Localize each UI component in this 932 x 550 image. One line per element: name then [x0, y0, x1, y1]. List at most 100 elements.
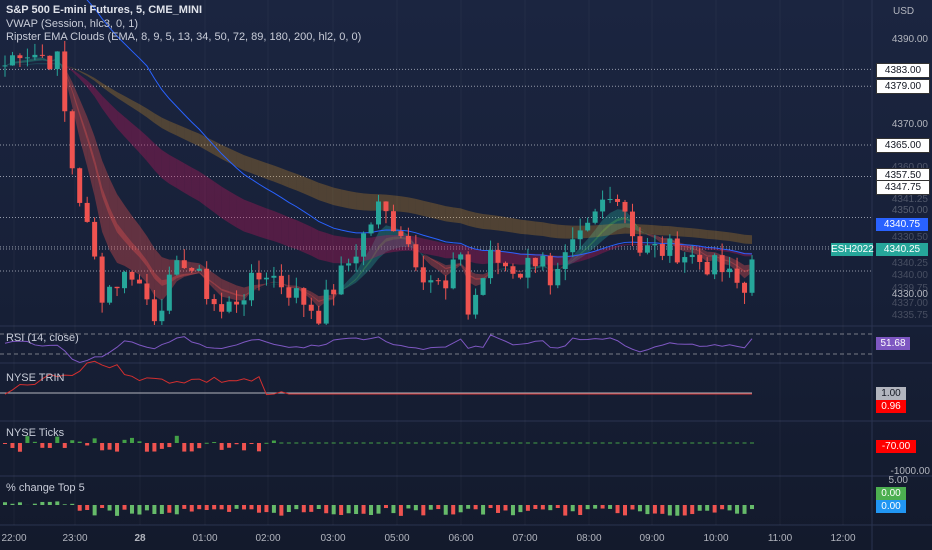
ema-cloud-segment: [146, 108, 155, 123]
candle-body: [495, 249, 501, 263]
pct-change-bar: [70, 503, 75, 505]
candle-body: [92, 221, 98, 257]
ticks-bar: [309, 442, 314, 444]
time-label: 07:00: [512, 533, 538, 544]
ticks-bar: [331, 442, 336, 444]
ema-cloud-segment: [595, 224, 603, 238]
pct-change-bar: [488, 505, 493, 509]
candle-body: [697, 254, 703, 262]
ema-cloud-segment: [94, 87, 103, 109]
candle-body: [615, 198, 621, 202]
time-label: 28: [134, 533, 146, 544]
ticks-bar: [593, 442, 598, 444]
ema-cloud-segment: [251, 157, 259, 177]
pct-change-title[interactable]: % change Top 5: [6, 482, 85, 494]
ema-cloud-segment: [438, 241, 446, 259]
candle-body: [644, 245, 650, 253]
pct-change-bar: [204, 505, 209, 511]
pct-change-bar: [398, 505, 403, 516]
ema-cloud-segment: [229, 191, 237, 228]
candle-body: [301, 288, 307, 305]
ticks-bar: [503, 442, 508, 444]
candle-body: [532, 257, 538, 267]
pct-change-bar: [115, 505, 120, 516]
ticks-bar: [585, 442, 590, 444]
candle-body: [219, 304, 225, 312]
rsi-title[interactable]: RSI (14, close): [6, 332, 79, 344]
chart-canvas[interactable]: [0, 0, 932, 550]
pct-change-bar: [152, 505, 157, 515]
time-label: 22:00: [1, 533, 27, 544]
candle-body: [353, 256, 359, 264]
ticks-bar: [623, 442, 628, 444]
rsi-line: [4, 334, 753, 363]
ticks-bar: [3, 443, 7, 444]
ticks-bar: [256, 443, 261, 452]
price-label-faded: 4350.00: [891, 205, 928, 216]
ticks-bar: [443, 442, 448, 444]
ticks-bar: [100, 443, 105, 451]
ema-cloud-segment: [266, 208, 274, 242]
candle-body: [241, 300, 247, 305]
ema-cloud-segment: [236, 195, 245, 232]
price-label-faded: 4339.75: [891, 283, 928, 294]
candle-body: [338, 265, 344, 295]
trin-value-tag: 0.96: [876, 400, 906, 413]
ticks-bar: [682, 442, 687, 444]
pct-change-bar: [212, 505, 217, 510]
candle-body: [450, 259, 456, 289]
candle-body: [674, 238, 680, 263]
time-label: 12:00: [830, 533, 856, 544]
ema-cloud-segment: [430, 240, 439, 257]
pct-change-bar: [458, 505, 463, 513]
ema-cloud-segment: [729, 232, 738, 243]
ticks-bar: [630, 442, 635, 444]
ema-clouds-legend[interactable]: Ripster EMA Clouds (EMA, 8, 9, 5, 13, 34…: [6, 31, 361, 44]
pct-change-bar: [107, 505, 112, 511]
candle-body: [368, 224, 374, 234]
ema-cloud-segment: [139, 104, 147, 118]
pct-change-bar: [690, 505, 695, 515]
candle-body: [488, 249, 494, 279]
ema-cloud-segment: [512, 218, 521, 234]
candle-body: [376, 201, 381, 225]
pct-change-bar: [3, 502, 7, 505]
candle-body: [712, 255, 718, 275]
candle-body: [174, 260, 180, 275]
ticks-bar: [137, 441, 142, 443]
pct-change-bar: [712, 505, 717, 513]
ticks-bar: [324, 442, 329, 444]
ema-cloud-segment: [378, 235, 386, 256]
symbol-legend[interactable]: S&P 500 E-mini Futures, 5, CME_MINI: [6, 4, 202, 17]
ema-cloud-segment: [169, 154, 177, 189]
time-label: 02:00: [255, 533, 281, 544]
currency-label[interactable]: USD: [893, 6, 914, 17]
ticks-title[interactable]: NYSE Ticks: [6, 427, 64, 439]
ema-cloud-segment: [244, 199, 252, 235]
time-label: 08:00: [576, 533, 602, 544]
candle-body: [622, 201, 628, 212]
pct-change-bar: [219, 505, 224, 510]
candle-body: [540, 255, 546, 267]
ema-cloud-segment: [363, 193, 372, 211]
ema-cloud-segment: [266, 163, 274, 182]
ticks-bar: [77, 441, 82, 443]
ticks-bar: [720, 442, 725, 444]
pct-change-bar: [742, 505, 747, 514]
time-label: 03:00: [320, 533, 346, 544]
pct-change-bar: [354, 505, 359, 515]
candle-body: [585, 222, 591, 231]
trin-title[interactable]: NYSE TRIN: [6, 372, 64, 384]
candle-body: [263, 277, 269, 280]
candle-body: [570, 239, 576, 253]
ema-cloud-segment: [610, 223, 618, 236]
candle-body: [592, 211, 598, 223]
candle-body: [151, 299, 157, 322]
ema-cloud-segment: [475, 212, 484, 230]
vwap-legend[interactable]: VWAP (Session, hlc3, 0, 1): [6, 18, 138, 31]
ticks-bar: [227, 443, 232, 448]
ticks-bar: [488, 442, 493, 444]
ticks-bar: [570, 442, 575, 444]
ticks-bar: [735, 442, 740, 444]
ticks-bar: [563, 442, 568, 444]
